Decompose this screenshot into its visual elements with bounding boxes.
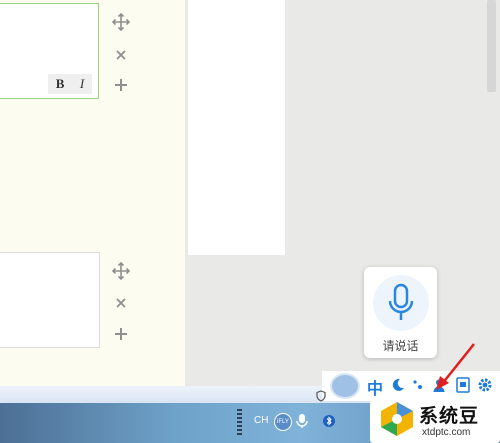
bluetooth-icon[interactable] <box>323 414 335 428</box>
microphone-icon[interactable] <box>373 275 429 331</box>
microphone-tray-icon[interactable] <box>296 413 308 429</box>
add-icon[interactable] <box>112 76 130 94</box>
ifly-icon[interactable]: iFLY <box>274 413 292 431</box>
ime-avatar-icon[interactable] <box>330 373 360 399</box>
move-icon[interactable] <box>111 12 131 32</box>
voice-input-panel[interactable]: 请说话 <box>364 267 437 358</box>
taskbar-grip[interactable] <box>237 409 242 435</box>
moon-icon[interactable] <box>391 378 405 392</box>
close-icon[interactable] <box>112 294 130 312</box>
add-icon[interactable] <box>112 325 130 343</box>
text-block-1[interactable]: B I <box>0 3 99 99</box>
bold-button[interactable]: B <box>56 76 65 92</box>
ime-chinese-mode[interactable]: 中 <box>367 375 383 399</box>
side-panel <box>188 0 285 255</box>
punctuation-icon[interactable] <box>411 378 425 392</box>
close-icon[interactable] <box>112 46 130 64</box>
red-arrow-annotation <box>432 342 477 392</box>
logo-icon <box>378 400 416 438</box>
shield-icon[interactable] <box>315 389 327 402</box>
format-toolbar: B I <box>48 74 92 94</box>
settings-icon[interactable] <box>477 377 493 393</box>
voice-prompt-label: 请说话 <box>382 339 419 353</box>
text-block-2[interactable] <box>0 252 100 348</box>
watermark-url: xtdptc.com <box>422 427 471 438</box>
watermark-title: 系统豆 <box>419 406 480 427</box>
italic-button[interactable]: I <box>80 76 84 92</box>
scrollbar-thumb[interactable] <box>487 0 496 92</box>
move-icon[interactable] <box>111 261 131 281</box>
input-language-indicator[interactable]: CH <box>254 415 268 426</box>
